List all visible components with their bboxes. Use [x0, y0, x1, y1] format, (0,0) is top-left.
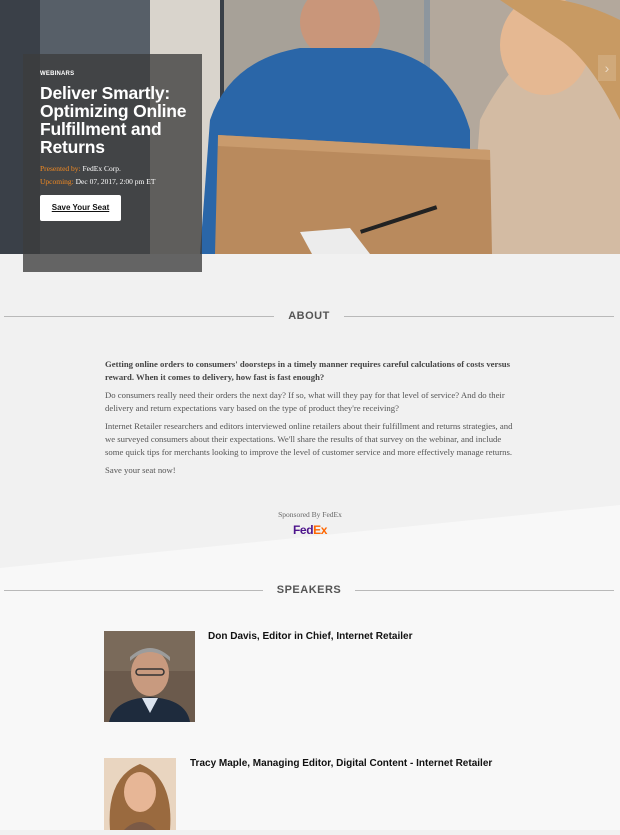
- save-seat-button[interactable]: Save Your Seat: [40, 195, 121, 221]
- presenter-label: Presented by:: [40, 164, 81, 173]
- divider-line-right: [355, 589, 614, 591]
- about-text: Getting online orders to consumers' door…: [105, 358, 513, 482]
- about-heading: ABOUT: [288, 310, 330, 322]
- hero-eyebrow: WEBINARS: [40, 71, 75, 77]
- presenter-value: FedEx Corp.: [80, 164, 121, 173]
- speaker-name: Don Davis, Editor in Chief, Internet Ret…: [208, 631, 413, 642]
- date-line: Upcoming: Dec 07, 2017, 2:00 pm ET: [40, 175, 192, 188]
- hero-card: WEBINARS Deliver Smartly: Optimizing Onl…: [23, 54, 202, 272]
- speaker-card: Tracy Maple, Managing Editor, Digital Co…: [104, 758, 492, 835]
- about-paragraph: Getting online orders to consumers' door…: [105, 359, 510, 382]
- speakers-heading: SPEAKERS: [276, 584, 342, 596]
- about-divider: ABOUT: [4, 306, 615, 326]
- about-paragraph: Do consumers really need their orders th…: [105, 390, 505, 413]
- about-paragraph: Save your seat now!: [105, 465, 176, 475]
- fedex-logo-fed: Fed: [292, 523, 314, 537]
- upcoming-value: Dec 07, 2017, 2:00 pm ET: [73, 177, 156, 186]
- speaker-name: Tracy Maple, Managing Editor, Digital Co…: [190, 758, 493, 769]
- divider-line-left: [4, 315, 275, 317]
- speaker-card: Don Davis, Editor in Chief, Internet Ret…: [104, 631, 412, 727]
- speaker-photo: [104, 758, 176, 830]
- about-paragraph: Internet Retailer researchers and editor…: [105, 421, 513, 457]
- sponsor-block: Sponsored By FedEx FedEx: [0, 510, 620, 539]
- upcoming-label: Upcoming:: [40, 177, 74, 186]
- speakers-divider: SPEAKERS: [4, 580, 614, 600]
- page-title: Deliver Smartly: Optimizing Online Fulfi…: [40, 83, 187, 157]
- presenter-line: Presented by: FedEx Corp.: [40, 162, 192, 175]
- divider-line-left: [4, 589, 263, 591]
- carousel-next-button[interactable]: ›: [598, 55, 616, 81]
- fedex-logo-ex: Ex: [313, 523, 328, 537]
- divider-line-right: [343, 315, 615, 317]
- fedex-logo[interactable]: FedEx: [293, 523, 327, 537]
- sponsor-text: Sponsored By FedEx: [278, 510, 342, 519]
- speaker-photo: [104, 631, 195, 722]
